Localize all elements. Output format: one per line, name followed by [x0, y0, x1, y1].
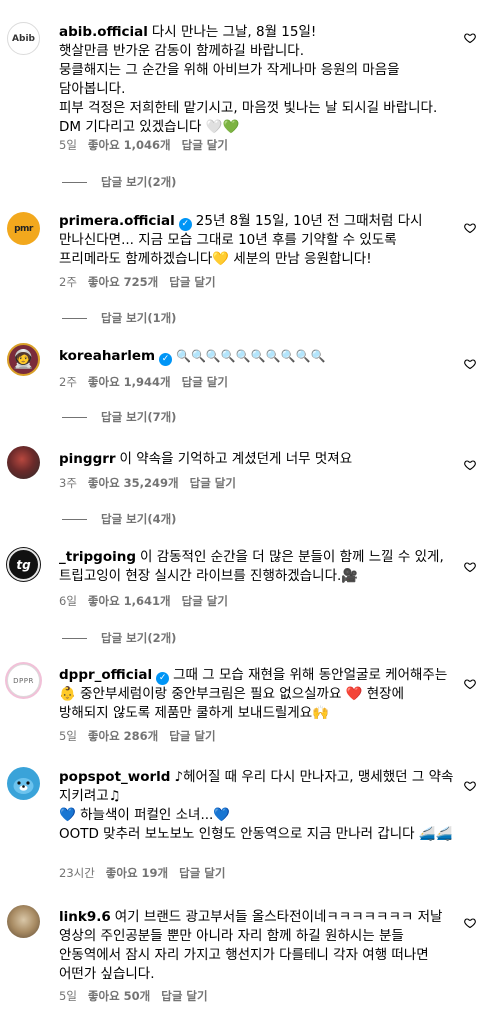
- comment-time[interactable]: 23시간: [59, 866, 95, 880]
- view-replies-button[interactable]: 답글 보기(2개): [62, 630, 176, 646]
- comment-time[interactable]: 5일: [59, 729, 77, 743]
- heart-icon[interactable]: [464, 780, 476, 792]
- divider-line: [62, 181, 87, 183]
- view-replies-button[interactable]: 답글 보기(7개): [62, 409, 176, 425]
- like-count[interactable]: 좋아요 286개: [88, 729, 158, 743]
- comment-text-block: primera.official ✓ 25년 8월 15일, 10년 전 그때처럼 …: [59, 212, 454, 269]
- heart-icon[interactable]: [464, 561, 476, 573]
- avatar[interactable]: [7, 446, 40, 479]
- comment-meta: 6일 좋아요 1,641개 답글 달기: [59, 593, 239, 609]
- view-replies-button[interactable]: 답글 보기(4개): [62, 511, 176, 527]
- comment-username[interactable]: pinggrr: [59, 451, 116, 467]
- divider-line: [62, 637, 87, 639]
- seal-character-icon: [13, 778, 34, 794]
- comment-time[interactable]: 3주: [59, 476, 77, 490]
- reply-button[interactable]: 답글 달기: [190, 476, 236, 490]
- comment-text-block: dppr_official ✓ 그때 그 모습 재현을 위해 동안얼굴로 케어해주는…: [59, 666, 454, 723]
- comment-username[interactable]: koreaharlem: [59, 348, 155, 364]
- reply-button[interactable]: 답글 달기: [179, 866, 225, 880]
- verified-badge-icon: ✓: [159, 353, 173, 366]
- comment-meta: 5일 좋아요 286개 답글 달기: [59, 728, 227, 744]
- heart-icon[interactable]: [464, 32, 476, 44]
- avatar[interactable]: 🧑‍🚀: [7, 343, 40, 376]
- avatar[interactable]: Abib: [7, 22, 40, 55]
- reply-button[interactable]: 답글 달기: [182, 594, 228, 608]
- heart-icon[interactable]: [464, 678, 476, 690]
- comment-text: 이 약속을 기억하고 계셨던게 너무 멋져요: [119, 451, 353, 467]
- reply-button[interactable]: 답글 달기: [182, 375, 228, 389]
- comment-text-block: popspot_world ♪헤어질 때 우리 다시 만나자고, 맹세했던 그 약…: [59, 768, 454, 844]
- comment-time[interactable]: 6일: [59, 594, 77, 608]
- comment-meta: 3주 좋아요 35,249개 답글 달기: [59, 475, 247, 491]
- comment-time[interactable]: 2주: [59, 275, 77, 289]
- comment-text-block: pinggrr 이 약속을 기억하고 계셨던게 너무 멋져요: [59, 450, 454, 469]
- comment-time[interactable]: 5일: [59, 989, 77, 1003]
- verified-badge-icon: ✓: [178, 218, 192, 231]
- view-replies-button[interactable]: 답글 보기(1개): [62, 310, 176, 326]
- comment-meta: 2주 좋아요 725개 답글 달기: [59, 274, 227, 290]
- like-count[interactable]: 좋아요 35,249개: [88, 476, 179, 490]
- divider-line: [62, 416, 87, 418]
- comment-username[interactable]: _tripgoing: [59, 549, 136, 565]
- comment-text: 다시 만나는 그날, 8월 15일! 햇살만큼 반가운 감동이 함께하길 바랍니…: [59, 24, 438, 135]
- heart-icon[interactable]: [464, 222, 476, 234]
- comment-username[interactable]: abib.official: [59, 24, 148, 40]
- like-count[interactable]: 좋아요 725개: [88, 275, 158, 289]
- like-count[interactable]: 좋아요 19개: [106, 866, 168, 880]
- comment-meta: 23시간 좋아요 19개 답글 달기: [59, 865, 236, 881]
- avatar[interactable]: [7, 905, 40, 938]
- avatar[interactable]: tg: [7, 548, 40, 581]
- like-count[interactable]: 좋아요 1,944개: [88, 375, 171, 389]
- comment-meta: 5일 좋아요 50개 답글 달기: [59, 988, 219, 1004]
- like-count[interactable]: 좋아요 1,046개: [88, 138, 171, 152]
- comment-text: 🔍🔍🔍🔍🔍🔍🔍🔍🔍🔍: [176, 349, 326, 363]
- comment-username[interactable]: popspot_world: [59, 769, 170, 785]
- heart-icon[interactable]: [464, 917, 476, 929]
- reply-button[interactable]: 답글 달기: [169, 729, 215, 743]
- heart-icon[interactable]: [464, 358, 476, 370]
- comment-text: 여기 브랜드 광고부서들 올스타전이네ㅋㅋㅋㅋㅋㅋㅋ 저날 영상의 주인공분들 …: [59, 909, 443, 982]
- view-replies-button[interactable]: 답글 보기(2개): [62, 174, 176, 190]
- comment-username[interactable]: primera.official: [59, 213, 175, 229]
- divider-line: [62, 317, 87, 319]
- comment-username[interactable]: dppr_official: [59, 667, 152, 683]
- comment-time[interactable]: 2주: [59, 375, 77, 389]
- comment-text-block: link9.6 여기 브랜드 광고부서들 올스타전이네ㅋㅋㅋㅋㅋㅋㅋ 저날 영상의…: [59, 908, 454, 984]
- comment-text-block: koreaharlem ✓ 🔍🔍🔍🔍🔍🔍🔍🔍🔍🔍: [59, 347, 454, 366]
- divider-line: [62, 518, 87, 520]
- comment-meta: 2주 좋아요 1,944개 답글 달기: [59, 374, 239, 390]
- comment-text-block: abib.official 다시 만나는 그날, 8월 15일! 햇살만큼 반가운…: [59, 23, 454, 137]
- reply-button[interactable]: 답글 달기: [161, 989, 207, 1003]
- reply-button[interactable]: 답글 달기: [169, 275, 215, 289]
- avatar[interactable]: DPPR: [7, 664, 40, 697]
- reply-button[interactable]: 답글 달기: [182, 138, 228, 152]
- like-count[interactable]: 좋아요 1,641개: [88, 594, 171, 608]
- heart-icon[interactable]: [464, 459, 476, 471]
- avatar[interactable]: [7, 767, 40, 800]
- comment-text-block: _tripgoing 이 감동적인 순간을 더 많은 분들이 함께 느낄 수 있게…: [59, 548, 454, 586]
- like-count[interactable]: 좋아요 50개: [88, 989, 150, 1003]
- comment-time[interactable]: 5일: [59, 138, 77, 152]
- comment-username[interactable]: link9.6: [59, 909, 111, 925]
- verified-badge-icon: ✓: [156, 672, 170, 685]
- comment-meta: 5일 좋아요 1,046개 답글 달기: [59, 137, 239, 153]
- avatar[interactable]: pmr: [7, 212, 40, 245]
